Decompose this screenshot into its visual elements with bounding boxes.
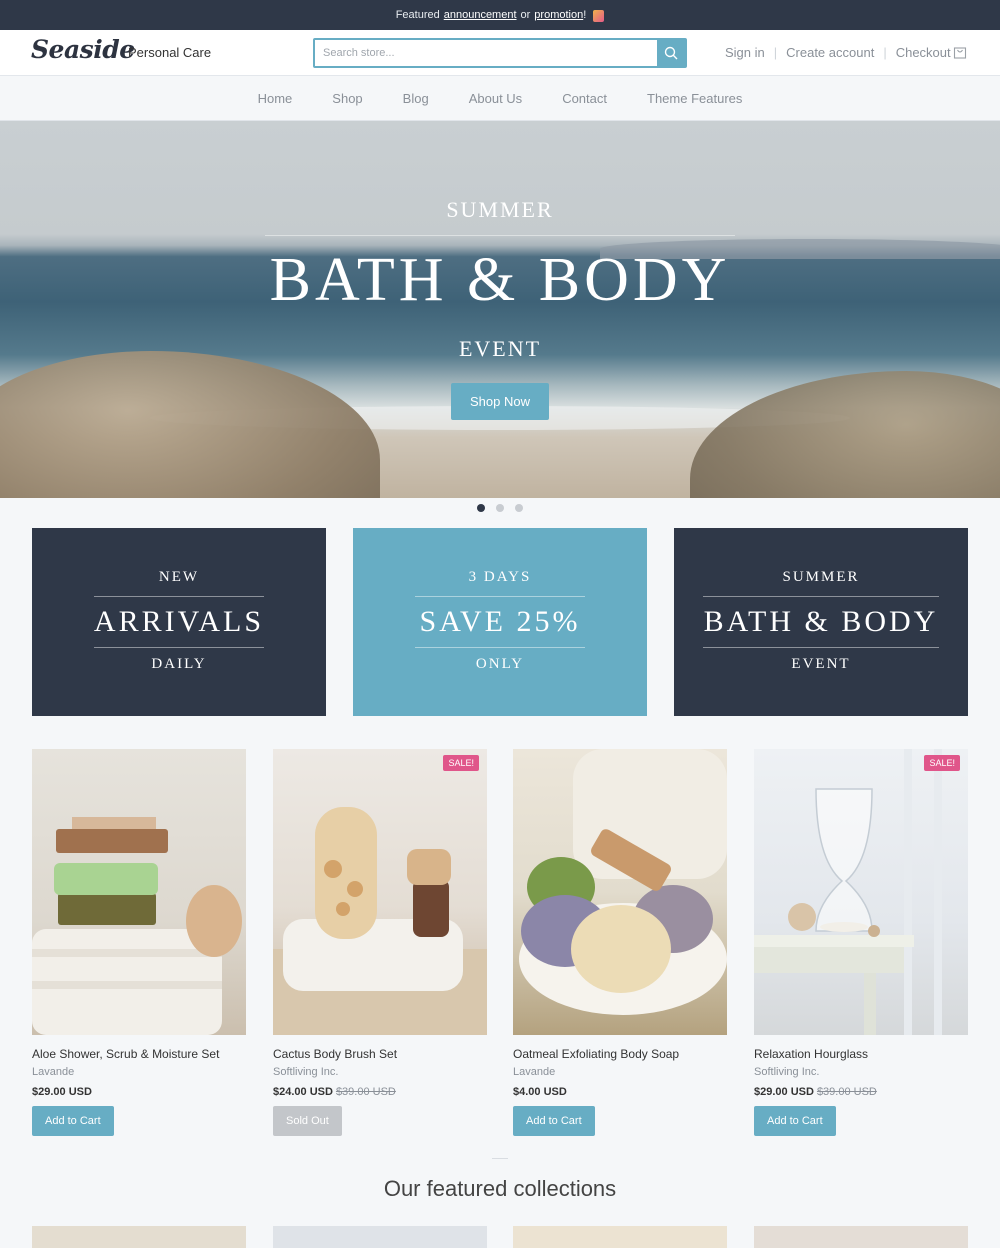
slide-dot-3[interactable] — [515, 504, 523, 512]
announcement-link[interactable]: announcement — [444, 9, 517, 21]
announcement-bar: Featured announcement or promotion! — [0, 0, 1000, 30]
body-brush-illustration — [273, 807, 487, 1035]
hero-divider — [265, 235, 735, 236]
hero-kicker: SUMMER — [446, 197, 554, 222]
nav-item-about-us[interactable]: About Us — [469, 91, 522, 106]
promo-divider — [703, 647, 939, 648]
compare-price: $39.00 USD — [335, 1086, 396, 1098]
product-price: $24.00 USD $39.00 USD — [273, 1086, 487, 1098]
promo-kicker: 3 DAYS — [468, 569, 532, 585]
promo-divider — [703, 596, 939, 597]
main-nav: Home Shop Blog About Us Contact Theme Fe… — [0, 76, 1000, 121]
promo-tile-save-25[interactable]: 3 DAYS SAVE 25% ONLY — [353, 528, 647, 716]
slideshow-pagination — [0, 504, 1000, 512]
hero-subtitle: EVENT — [458, 336, 542, 361]
announcement-suffix: ! — [583, 9, 587, 21]
product-image[interactable] — [513, 749, 727, 1035]
add-to-cart-button[interactable]: Add to Cart — [32, 1106, 114, 1136]
nav-item-home[interactable]: Home — [258, 91, 293, 106]
promo-divider — [94, 596, 264, 597]
compare-price: $39.00 USD — [816, 1086, 877, 1098]
sale-price: $29.00 USD — [754, 1086, 814, 1098]
divider: | — [883, 45, 887, 60]
sale-badge: SALE! — [443, 755, 479, 771]
store-tagline: Personal Care — [128, 45, 212, 60]
sign-in-link[interactable]: Sign in — [725, 45, 765, 60]
slide-dot-1[interactable] — [477, 504, 485, 512]
promo-kicker: SUMMER — [782, 569, 860, 585]
sold-out-button[interactable]: Sold Out — [273, 1106, 342, 1136]
collection-card[interactable] — [754, 1226, 968, 1248]
sale-price: $4.00 USD — [513, 1086, 567, 1098]
product-image[interactable]: SALE! — [273, 749, 487, 1035]
announcement-middle: or — [520, 9, 531, 21]
product-title[interactable]: Relaxation Hourglass — [754, 1047, 968, 1061]
nav-item-blog[interactable]: Blog — [403, 91, 429, 106]
hero-title: BATH & BODY — [269, 246, 731, 314]
promo-divider — [415, 647, 585, 648]
shopping-bag-icon — [593, 10, 605, 22]
product-title[interactable]: Oatmeal Exfoliating Body Soap — [513, 1047, 727, 1061]
product-price: $29.00 USD $39.00 USD — [754, 1086, 968, 1098]
create-account-link[interactable]: Create account — [786, 45, 874, 60]
product-card: Aloe Shower, Scrub & Moisture Set Lavand… — [32, 749, 246, 1136]
promo-divider — [415, 596, 585, 597]
promo-subtitle: EVENT — [791, 656, 851, 672]
promo-divider — [94, 647, 264, 648]
nav-item-contact[interactable]: Contact — [562, 91, 607, 106]
nav-item-theme-features[interactable]: Theme Features — [647, 91, 742, 106]
add-to-cart-button[interactable]: Add to Cart — [754, 1106, 836, 1136]
promotion-link[interactable]: promotion — [534, 9, 583, 21]
account-links: Sign in | Create account | Checkout — [725, 45, 951, 60]
product-title[interactable]: Aloe Shower, Scrub & Moisture Set — [32, 1047, 246, 1061]
section-divider — [492, 1158, 508, 1159]
product-vendor: Softliving Inc. — [273, 1066, 339, 1078]
add-to-cart-button[interactable]: Add to Cart — [513, 1106, 595, 1136]
product-price: $4.00 USD — [513, 1086, 727, 1098]
promo-title: ARRIVALS — [93, 605, 265, 638]
sale-price: $24.00 USD — [273, 1086, 333, 1098]
soap-bowl-illustration — [519, 749, 727, 1015]
hero-slideshow: SUMMER BATH & BODY EVENT Shop Now — [0, 121, 1000, 498]
promo-tile-bath-body[interactable]: SUMMER BATH & BODY EVENT — [674, 528, 968, 716]
announcement-prefix: Featured — [395, 9, 440, 21]
promo-title: BATH & BODY — [703, 605, 939, 638]
checkout-link[interactable]: Checkout — [896, 45, 951, 60]
hero-caption: SUMMER BATH & BODY EVENT Shop Now — [0, 121, 1000, 498]
promo-kicker: NEW — [158, 569, 200, 585]
collection-card[interactable] — [32, 1226, 246, 1248]
sale-badge: SALE! — [924, 755, 960, 771]
promo-title: SAVE 25% — [419, 605, 581, 638]
search-form — [313, 38, 687, 68]
nav-item-shop[interactable]: Shop — [332, 91, 362, 106]
featured-collections-heading: Our featured collections — [383, 1176, 617, 1201]
product-card: SALE! Relaxation Hourglass Softliving In… — [754, 749, 968, 1136]
promo-subtitle: DAILY — [151, 656, 207, 672]
collection-card[interactable] — [513, 1226, 727, 1248]
product-vendor: Lavande — [513, 1066, 556, 1078]
product-card: SALE! Cactus Body Brush Set Softliving I… — [273, 749, 487, 1136]
product-vendor: Lavande — [32, 1066, 75, 1078]
search-button[interactable] — [657, 40, 685, 66]
soap-stack-illustration — [32, 817, 242, 1035]
product-title[interactable]: Cactus Body Brush Set — [273, 1047, 487, 1061]
cart-icon[interactable] — [953, 45, 967, 59]
shop-now-button[interactable]: Shop Now — [451, 383, 549, 420]
divider: | — [773, 45, 778, 60]
product-image[interactable]: SALE! — [754, 749, 968, 1035]
product-price: $29.00 USD — [32, 1086, 246, 1098]
search-input[interactable] — [315, 40, 657, 66]
store-logo[interactable]: Seaside — [31, 35, 135, 64]
sale-price: $29.00 USD — [32, 1086, 92, 1098]
promo-tile-new-arrivals[interactable]: NEW ARRIVALS DAILY — [32, 528, 326, 716]
site-header: Seaside Personal Care Sign in | Create a… — [0, 30, 1000, 76]
product-vendor: Softliving Inc. — [754, 1066, 820, 1078]
slide-dot-2[interactable] — [496, 504, 504, 512]
search-icon — [664, 46, 678, 60]
product-image[interactable] — [32, 749, 246, 1035]
collection-card[interactable] — [273, 1226, 487, 1248]
product-card: Oatmeal Exfoliating Body Soap Lavande $4… — [513, 749, 727, 1136]
promo-subtitle: ONLY — [475, 656, 525, 672]
hourglass-illustration — [754, 749, 942, 1035]
